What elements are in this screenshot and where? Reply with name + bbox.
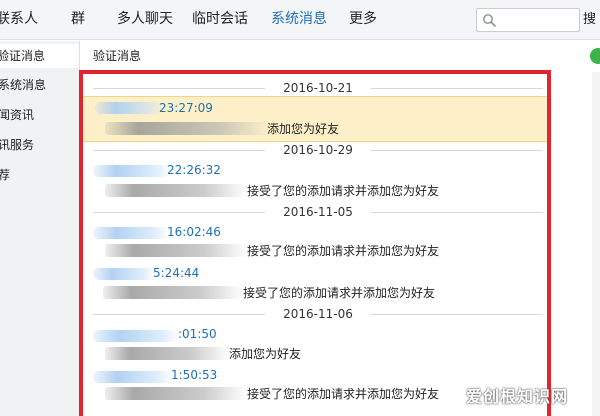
date-separator: 2016-11-06 — [93, 306, 543, 322]
sender-name — [93, 227, 169, 239]
tab-system-messages[interactable]: 系统消息 — [271, 10, 327, 28]
list-item[interactable]: 16:02:46 接受了您的添加请求并添加您为好友 — [83, 221, 547, 263]
tab-groups[interactable]: 群 — [71, 10, 85, 28]
sender-detail — [103, 286, 243, 299]
sender-name — [95, 102, 163, 114]
date-separator: 2016-10-21 — [93, 80, 543, 96]
tab-contacts[interactable]: 联系人 — [0, 10, 38, 28]
sender-name — [93, 165, 171, 177]
sender-detail — [105, 184, 247, 197]
message-text: 接受了您的添加请求并添加您为好友 — [247, 387, 440, 401]
sender-detail — [105, 347, 229, 360]
message-time: 22:26:32 — [167, 163, 221, 177]
message-text: 添加您为好友 — [267, 122, 340, 136]
page-title: 验证消息 — [93, 49, 142, 63]
sender-name — [93, 268, 155, 280]
tab-more[interactable]: 更多 — [349, 10, 377, 28]
message-text: 接受了您的添加请求并添加您为好友 — [243, 286, 436, 300]
sender-detail — [105, 387, 247, 400]
message-time: 5:24:44 — [153, 266, 200, 280]
status-icon[interactable] — [590, 48, 600, 64]
message-time: 23:27:09 — [159, 101, 213, 115]
list-item[interactable]: 5:24:44 接受了您的添加请求并添加您为好友 — [83, 262, 547, 306]
top-tab-bar: 联系人 群 多人聊天 临时会话 系统消息 更多 搜 — [0, 0, 600, 40]
watermark: 爱创根知识网 — [466, 387, 569, 406]
sidebar-item-recommend[interactable]: 荐 — [0, 167, 10, 183]
search-button[interactable]: 搜 — [583, 11, 596, 28]
message-text: 接受了您的添加请求并添加您为好友 — [247, 184, 440, 198]
message-time: 16:02:46 — [167, 225, 221, 239]
sidebar-item-news[interactable]: 闻资讯 — [0, 107, 34, 123]
message-text: 接受了您的添加请求并添加您为好友 — [247, 244, 440, 258]
message-time: 1:50:53 — [171, 368, 218, 382]
scrollbar[interactable] — [592, 72, 600, 416]
sidebar-item-system-messages[interactable]: 系统消息 — [0, 77, 46, 93]
list-item[interactable]: 22:26:32 接受了您的添加请求并添加您为好友 — [83, 160, 547, 204]
search-input[interactable] — [476, 8, 580, 32]
sender-name — [93, 371, 173, 383]
sender-name — [93, 330, 179, 342]
sidebar: 验证消息 系统消息 闻资讯 讯服务 荐 — [0, 41, 80, 416]
tab-multi-chat[interactable]: 多人聊天 — [117, 10, 173, 28]
sidebar-item-services[interactable]: 讯服务 — [0, 137, 34, 153]
sender-detail — [105, 244, 247, 257]
search-icon — [483, 14, 496, 27]
sidebar-item-verification[interactable]: 验证消息 — [0, 44, 79, 68]
date-separator: 2016-10-29 — [93, 142, 543, 158]
list-item[interactable]: :01:50 添加您为好友 — [83, 324, 547, 366]
sidebar-item-label: 验证消息 — [0, 49, 46, 63]
message-text: 添加您为好友 — [229, 347, 302, 361]
tab-temp-session[interactable]: 临时会话 — [192, 10, 248, 28]
message-time: :01:50 — [178, 327, 217, 341]
list-item[interactable]: 23:27:09 添加您为好友 — [83, 96, 547, 142]
sender-detail — [105, 122, 269, 135]
date-separator: 2016-11-05 — [93, 204, 543, 220]
message-list: 2016-10-21 23:27:09 添加您为好友 2016-10-29 22… — [83, 74, 547, 416]
